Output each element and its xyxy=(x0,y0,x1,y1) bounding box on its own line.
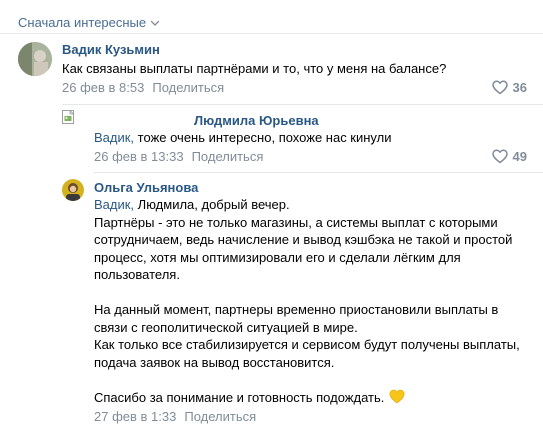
comment-meta: 27 фев в 1:33 Поделиться xyxy=(94,409,256,424)
yellow-heart-emoji-icon xyxy=(389,389,405,403)
comment-line: Спасибо за понимание и готовность подожд… xyxy=(94,389,385,405)
comment-line: связи с геополитической ситуацией в мире… xyxy=(94,319,358,335)
comment-line: Людмила, добрый вечер. xyxy=(134,197,290,212)
comment-line: сотрудничаем, ведь начисление и вывод кэ… xyxy=(94,232,513,247)
comment-line: На данный момент, партнеры временно прио… xyxy=(94,302,499,317)
reply-mention[interactable]: Вадик, xyxy=(94,197,134,212)
comment-date[interactable]: 27 фев в 1:33 xyxy=(94,409,176,424)
comment-line: пользователя. xyxy=(94,267,180,282)
comment-line: процесс, хотя мы оптимизировали его и сд… xyxy=(94,249,461,265)
avatar[interactable] xyxy=(62,179,84,201)
comment-line: Как только все стабилизируется и сервисо… xyxy=(94,337,520,352)
comment-line: подача заявок на вывод восстановится. xyxy=(94,354,335,370)
share-button[interactable]: Поделиться xyxy=(184,409,256,424)
comment-author[interactable]: Ольга Ульянова xyxy=(94,180,198,195)
comment-line: Партнёры - это не только магазины, а сис… xyxy=(94,214,498,230)
comment-reply: Ольга Ульянова Вадик, Людмила, добрый ве… xyxy=(0,0,543,435)
comment-text: Вадик, Людмила, добрый вечер. Партнёры -… xyxy=(94,196,520,406)
